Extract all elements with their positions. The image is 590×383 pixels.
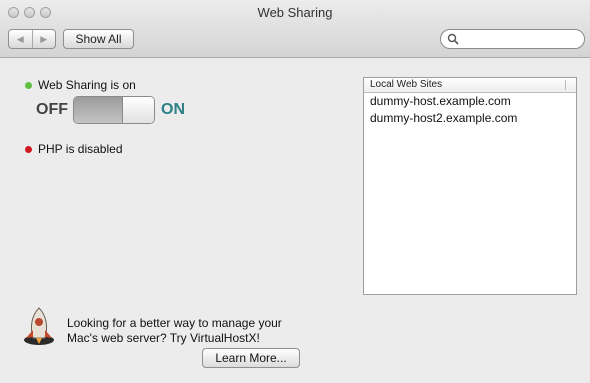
sites-column-header-label: Local Web Sites <box>370 79 443 90</box>
back-button[interactable]: ◀ <box>9 30 32 48</box>
local-web-sites-list[interactable]: Local Web Sites dummy-host.example.com d… <box>363 77 577 295</box>
php-status-text: PHP is disabled <box>38 142 123 156</box>
preferences-window: Web Sharing ◀ ▶ Show All Web Sharing is … <box>0 0 590 383</box>
virtualhostx-rocket-icon <box>24 307 54 345</box>
search-field[interactable] <box>440 29 585 49</box>
toggle-on-label: ON <box>161 101 185 118</box>
web-sharing-status-text: Web Sharing is on <box>38 78 136 92</box>
list-item[interactable]: dummy-host2.example.com <box>364 110 576 127</box>
list-item[interactable]: dummy-host.example.com <box>364 93 576 110</box>
promo-line-1: Looking for a better way to manage your <box>67 316 282 330</box>
status-green-dot-icon <box>25 81 32 89</box>
back-forward-control: ◀ ▶ <box>8 29 56 49</box>
promo-line-2: Mac's web server? Try VirtualHostX! <box>67 331 260 345</box>
web-sharing-toggle[interactable] <box>73 96 155 124</box>
toggle-knob[interactable] <box>122 97 154 123</box>
window-title: Web Sharing <box>257 5 333 20</box>
title-bar: Web Sharing ◀ ▶ Show All <box>0 0 590 58</box>
status-red-dot-icon <box>25 145 32 153</box>
search-icon <box>447 33 459 45</box>
learn-more-button[interactable]: Learn More... <box>202 348 300 368</box>
forward-arrow-icon: ▶ <box>40 33 48 44</box>
sites-column-header[interactable]: Local Web Sites <box>364 78 576 93</box>
web-sharing-status: Web Sharing is on <box>25 78 136 92</box>
back-arrow-icon: ◀ <box>16 33 24 44</box>
php-status: PHP is disabled <box>25 142 123 156</box>
toggle-off-label: OFF <box>36 101 68 118</box>
forward-button[interactable]: ▶ <box>31 30 56 48</box>
promo-message: Looking for a better way to manage your … <box>67 316 327 346</box>
show-all-button[interactable]: Show All <box>63 29 134 49</box>
column-separator <box>565 80 566 90</box>
toggle-track <box>74 97 122 123</box>
